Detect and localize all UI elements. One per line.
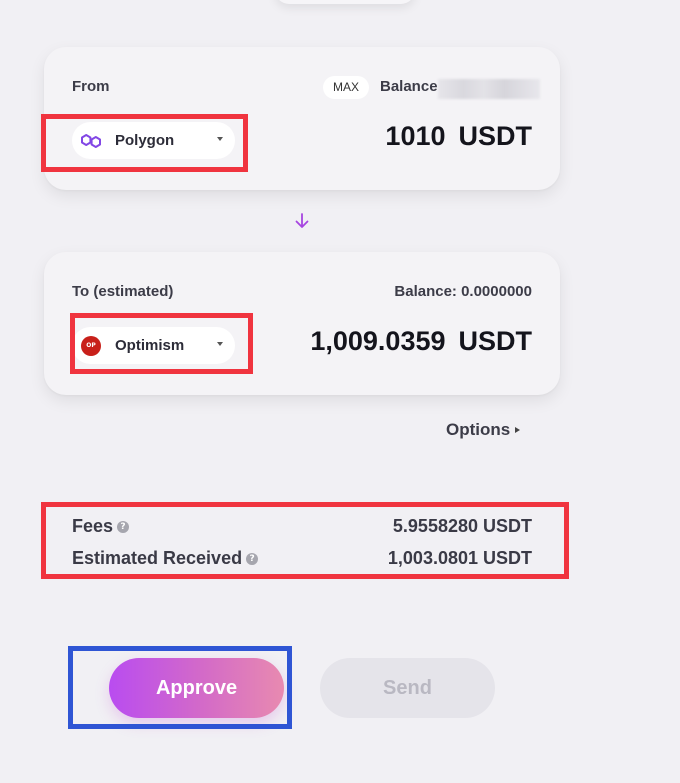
from-amount-row: USDT: [381, 121, 533, 152]
to-balance-label: Balance: 0.0000000: [394, 283, 532, 300]
fees-label: Fees: [72, 516, 114, 536]
fees-row: Fees ? 5.9558280 USDT: [72, 516, 532, 537]
options-toggle[interactable]: Options: [446, 420, 521, 440]
to-amount-row: 1,009.0359 USDT: [310, 326, 532, 357]
estimated-received-value: 1,003.0801 USDT: [387, 548, 532, 568]
arrow-down-icon: [295, 213, 309, 228]
from-balance-label: Balance: [380, 78, 438, 95]
to-chain-select[interactable]: OP Optimism: [72, 327, 235, 364]
estimated-received-label: Estimated Received: [72, 548, 243, 568]
chevron-down-icon: [217, 137, 223, 141]
from-balance-value-redacted: [438, 79, 540, 99]
to-amount-value: 1,009.0359: [310, 326, 446, 356]
to-token-label: USDT: [458, 326, 533, 356]
from-chain-select[interactable]: Polygon: [72, 122, 235, 159]
help-icon[interactable]: ?: [246, 552, 259, 565]
estimated-received-row: Estimated Received ? 1,003.0801 USDT: [72, 548, 532, 569]
from-amount-input[interactable]: [381, 121, 446, 152]
from-label: From: [72, 78, 110, 95]
chevron-down-icon: [217, 342, 223, 346]
top-tab-edge: [275, 0, 415, 4]
max-button[interactable]: MAX: [323, 76, 369, 99]
caret-right-icon: [515, 427, 521, 433]
approve-button[interactable]: Approve: [109, 658, 284, 718]
to-label: To (estimated): [72, 283, 174, 300]
to-chain-name: Optimism: [115, 337, 185, 354]
help-icon[interactable]: ?: [117, 520, 130, 533]
from-card: From MAX Balance Polygon USDT: [44, 47, 560, 190]
from-token-label: USDT: [458, 121, 533, 151]
fees-value: 5.9558280 USDT: [392, 516, 532, 536]
options-label: Options: [446, 420, 511, 439]
optimism-icon: OP: [81, 335, 101, 356]
polygon-icon: [78, 128, 104, 154]
send-button[interactable]: Send: [320, 658, 495, 718]
to-card: To (estimated) Balance: 0.0000000 OP Opt…: [44, 252, 560, 395]
from-chain-name: Polygon: [115, 132, 175, 149]
optimism-icon-wrap: OP: [78, 333, 104, 359]
